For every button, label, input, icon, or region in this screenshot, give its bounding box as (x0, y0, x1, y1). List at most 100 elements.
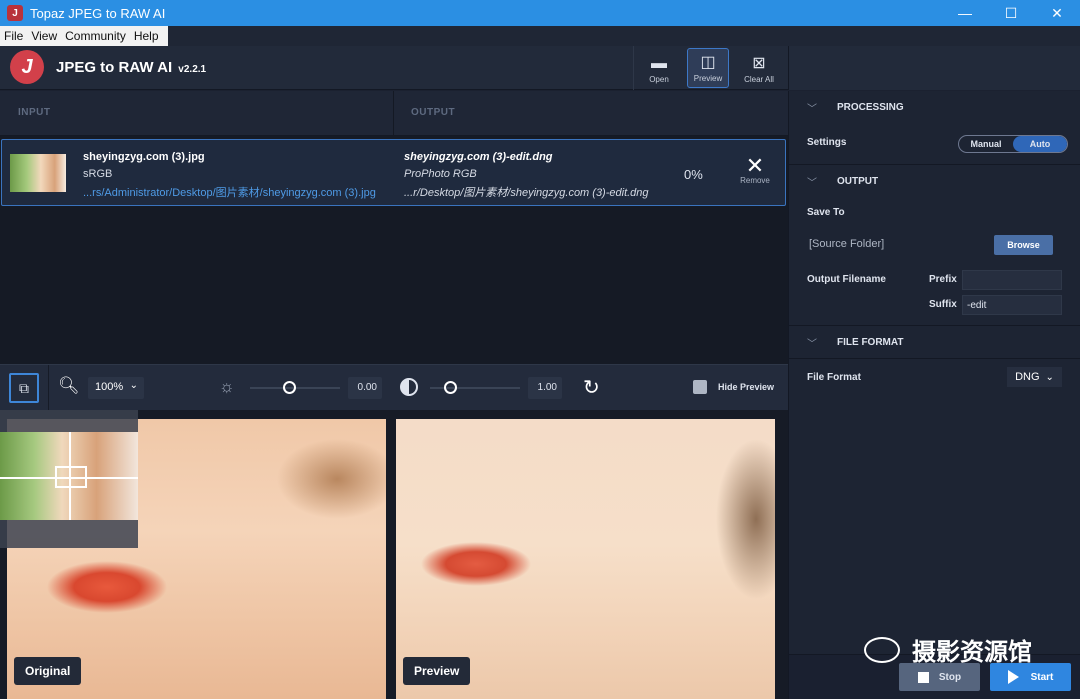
chevron-down-icon: ﹀ (807, 338, 817, 350)
file-list: sheyingzyg.com (3).jpg sRGB ...rs/Admini… (0, 136, 788, 364)
file-format-select[interactable]: DNG ⌄ (1007, 367, 1062, 387)
divider (633, 46, 634, 90)
open-label: Open (649, 75, 669, 84)
input-column-header: INPUT (18, 107, 51, 118)
input-path[interactable]: ...rs/Administrator/Desktop/图片素材/sheying… (83, 184, 376, 200)
settings-label: Settings (807, 137, 847, 148)
hide-preview-label: Hide Preview (718, 382, 775, 392)
prefix-label: Prefix (929, 274, 957, 285)
save-to-label: Save To (807, 207, 845, 218)
menu-bar: File View Community Help (0, 26, 168, 46)
divider (48, 365, 49, 411)
menu-file[interactable]: File (4, 29, 23, 43)
reset-icon[interactable]: ↻ (583, 375, 600, 400)
output-filename: sheyingzyg.com (3)-edit.dng (404, 151, 553, 163)
navigator-overlay[interactable] (0, 410, 138, 548)
preview-button[interactable]: ◫ Preview (687, 48, 729, 88)
file-format-title: FILE FORMAT (837, 336, 904, 348)
stop-label: Stop (938, 671, 962, 683)
app-version: v2.2.1 (178, 64, 207, 75)
manual-option[interactable]: Manual (959, 136, 1013, 152)
suffix-label: Suffix (929, 299, 957, 310)
preview-label: Preview (693, 74, 723, 83)
exposure-slider-handle[interactable] (283, 381, 296, 394)
logo: J (10, 50, 44, 84)
watermark-text: 摄影资源馆 (912, 639, 1032, 666)
suffix-input[interactable]: -edit (962, 295, 1062, 315)
file-thumbnail (10, 154, 66, 192)
clear-all-icon: ⊠ (752, 55, 766, 72)
minimize-button[interactable]: — (942, 0, 988, 26)
watermark: 摄影资源馆 (864, 632, 1032, 667)
save-to-field[interactable]: [Source Folder] (809, 235, 989, 255)
close-icon: ✕ (745, 153, 765, 178)
output-path: ...r/Desktop/图片素材/sheyingzyg.com (3)-edi… (404, 187, 649, 199)
output-colorspace: ProPhoto RGB (404, 168, 477, 180)
menu-bar-background (168, 26, 1080, 46)
start-label: Start (1030, 671, 1054, 683)
app-header: J JPEG to RAW AI v2.2.1 ▬ Open ◫ Preview… (0, 46, 788, 90)
stop-button[interactable]: Stop (899, 663, 980, 691)
settings-panel: ﹀ PROCESSING Settings Manual Auto ﹀ OUTP… (788, 91, 1080, 699)
output-title: OUTPUT (837, 175, 879, 187)
input-colorspace: sRGB (83, 168, 113, 180)
app-icon: J (7, 5, 23, 21)
open-button[interactable]: ▬ Open (638, 48, 680, 88)
folder-icon: ▬ (651, 55, 667, 72)
split-view-icon: ◫ (700, 54, 716, 71)
remove-button[interactable]: ✕ Remove (735, 153, 775, 186)
output-filename-label: Output Filename (807, 274, 886, 285)
chevron-down-icon: ﹀ (807, 177, 817, 189)
play-icon (1007, 670, 1019, 684)
logo-letter: J (21, 55, 33, 78)
divider (789, 358, 1080, 359)
maximize-button[interactable]: ☐ (988, 0, 1034, 26)
preview-area: Original Preview (0, 410, 788, 699)
chevron-down-icon: ﹀ (807, 103, 817, 115)
browse-button[interactable]: Browse (994, 235, 1053, 255)
original-label: Original (14, 657, 82, 685)
remove-label: Remove (740, 176, 770, 185)
menu-help[interactable]: Help (134, 29, 159, 43)
wechat-icon (864, 636, 900, 663)
preview-label-badge: Preview (403, 657, 471, 685)
zoom-value: 100% (95, 381, 124, 393)
right-header (788, 46, 1080, 90)
output-column-header: OUTPUT (411, 107, 456, 118)
contrast-slider-handle[interactable] (444, 381, 457, 394)
exposure-value[interactable]: 0.00 (348, 377, 382, 399)
window-controls: — ☐ ✕ (942, 0, 1080, 26)
divider (393, 91, 394, 136)
chevron-down-icon: ⌄ (129, 380, 138, 391)
navigator-viewport-box[interactable] (55, 466, 87, 488)
clear-all-button[interactable]: ⊠ Clear All (738, 48, 780, 88)
input-filename: sheyingzyg.com (3).jpg (83, 151, 205, 163)
stop-icon (917, 671, 929, 683)
menu-community[interactable]: Community (65, 29, 126, 43)
preview-toolbar: ⧉ 🔍︎ 100% ⌄ ☼ 0.00 1.00 ↻ Hide Preview (0, 364, 788, 411)
navigator-toggle-button[interactable]: ⧉ (9, 373, 39, 403)
close-button[interactable]: ✕ (1034, 0, 1080, 26)
contrast-icon (400, 378, 418, 396)
zoom-select[interactable]: 100% ⌄ (88, 377, 144, 399)
app-name: JPEG to RAW AI v2.2.1 (56, 59, 206, 76)
file-format-section-header[interactable]: ﹀ FILE FORMAT (789, 326, 1080, 358)
file-row[interactable]: sheyingzyg.com (3).jpg sRGB ...rs/Admini… (1, 139, 786, 206)
contrast-value[interactable]: 1.00 (528, 377, 562, 399)
clear-all-label: Clear All (744, 75, 774, 84)
file-format-value: DNG (1015, 371, 1040, 383)
hide-preview-button[interactable]: Hide Preview (693, 380, 774, 394)
zoom-icon[interactable]: 🔍︎ (58, 376, 80, 396)
processing-title: PROCESSING (837, 101, 904, 113)
file-list-header: INPUT OUTPUT (0, 91, 788, 136)
auto-option[interactable]: Auto (1013, 136, 1067, 152)
chevron-down-icon: ⌄ (1045, 371, 1054, 383)
output-section-header[interactable]: ﹀ OUTPUT (789, 165, 1080, 197)
start-button[interactable]: Start (990, 663, 1071, 691)
menu-view[interactable]: View (31, 29, 57, 43)
app-name-text: JPEG to RAW AI (56, 59, 173, 76)
prefix-input[interactable] (962, 270, 1062, 290)
processing-section-header[interactable]: ﹀ PROCESSING (789, 91, 1080, 123)
hide-preview-icon (693, 380, 707, 394)
title-bar: J Topaz JPEG to RAW AI — ☐ ✕ (0, 0, 1080, 26)
